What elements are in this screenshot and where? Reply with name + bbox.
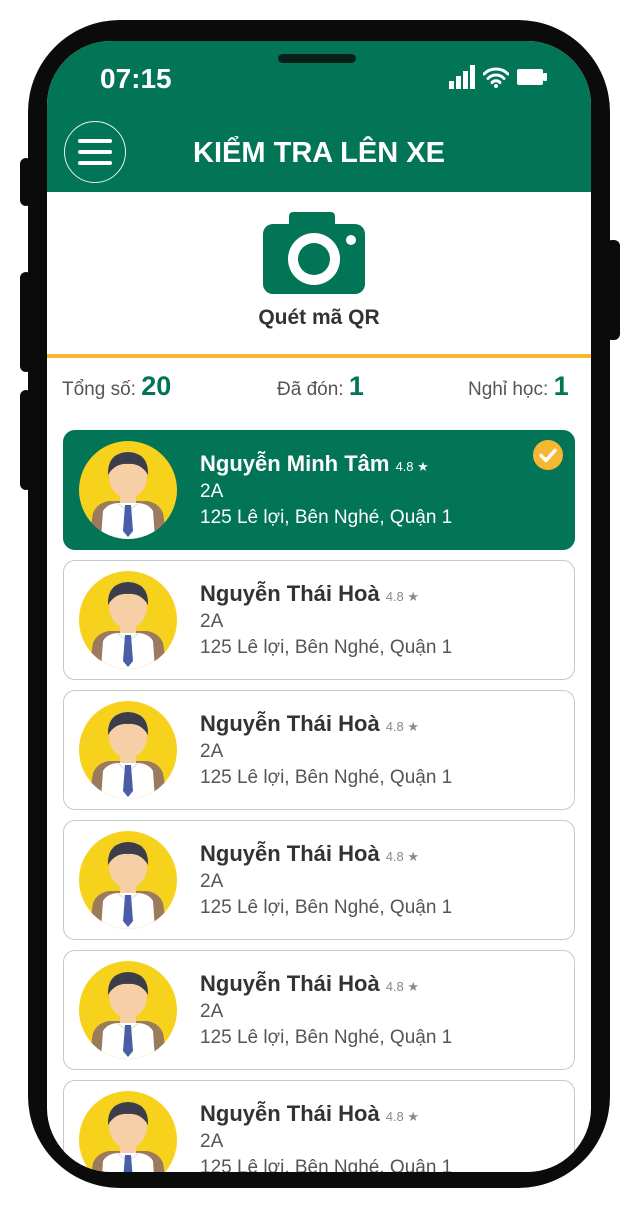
- phone-side-button: [606, 240, 620, 340]
- wifi-icon: [483, 67, 509, 88]
- absent-stat: Nghỉ học: 1: [468, 371, 569, 402]
- app-screen: 07:15 KIỂM TRA LÊN XE Quét mã QR Tổng số…: [47, 41, 591, 1172]
- student-card[interactable]: Nguyễn Thái Hoà 4.8 ★ 2A 125 Lê lợi, Bên …: [63, 560, 575, 680]
- student-name: Nguyễn Thái Hoà 4.8 ★: [200, 971, 420, 996]
- student-rating: 4.8 ★: [385, 589, 420, 604]
- total-label: Tổng số:: [62, 379, 136, 400]
- battery-icon: [517, 69, 547, 85]
- student-class: 2A: [200, 741, 224, 762]
- student-card[interactable]: Nguyễn Thái Hoà 4.8 ★ 2A 125 Lê lợi, Bên …: [63, 1080, 575, 1172]
- student-avatar: [79, 961, 177, 1059]
- total-value: 20: [141, 371, 172, 401]
- student-rating: 4.8 ★: [385, 1109, 420, 1124]
- speaker-notch: [278, 54, 356, 63]
- phone-side-button: [20, 272, 32, 372]
- stats-bar: Tổng số: 20 Đã đón: 1 Nghỉ học: 1: [47, 359, 591, 421]
- student-rating: 4.8 ★: [385, 979, 420, 994]
- check-circle-icon: [533, 440, 563, 470]
- student-address: 125 Lê lợi, Bên Nghé, Quận 1: [200, 507, 453, 528]
- student-address: 125 Lê lợi, Bên Nghé, Quận 1: [200, 767, 453, 788]
- signal-icon: [449, 65, 475, 89]
- student-address: 125 Lê lợi, Bên Nghé, Quận 1: [200, 1157, 453, 1172]
- student-avatar: [79, 831, 177, 929]
- student-card[interactable]: Nguyễn Thái Hoà 4.8 ★ 2A 125 Lê lợi, Bên …: [63, 820, 575, 940]
- student-name: Nguyễn Thái Hoà 4.8 ★: [200, 711, 420, 736]
- student-address: 125 Lê lợi, Bên Nghé, Quận 1: [200, 897, 453, 918]
- student-name: Nguyễn Thái Hoà 4.8 ★: [200, 841, 420, 866]
- status-time: 07:15: [100, 63, 172, 94]
- student-card[interactable]: Nguyễn Minh Tâm 4.8 ★ 2A 125 Lê lợi, Bên …: [63, 430, 575, 550]
- scan-qr-label[interactable]: Quét mã QR: [47, 306, 591, 330]
- student-rating: 4.8 ★: [395, 459, 429, 474]
- picked-label: Đã đón:: [277, 379, 344, 400]
- student-card[interactable]: Nguyễn Thái Hoà 4.8 ★ 2A 125 Lê lợi, Bên …: [63, 690, 575, 810]
- page-title: KIỂM TRA LÊN XE: [193, 137, 445, 169]
- status-icons: [449, 65, 547, 89]
- student-list: Nguyễn Minh Tâm 4.8 ★ 2A 125 Lê lợi, Bên …: [63, 430, 575, 1172]
- phone-side-button: [20, 390, 32, 490]
- student-avatar: [79, 701, 177, 799]
- student-card[interactable]: Nguyễn Thái Hoà 4.8 ★ 2A 125 Lê lợi, Bên …: [63, 950, 575, 1070]
- student-class: 2A: [200, 871, 224, 892]
- student-class: 2A: [200, 1131, 224, 1152]
- picked-stat: Đã đón: 1: [277, 371, 364, 402]
- student-name: Nguyễn Thái Hoà 4.8 ★: [200, 1101, 420, 1126]
- absent-value: 1: [553, 371, 569, 401]
- student-address: 125 Lê lợi, Bên Nghé, Quận 1: [200, 1027, 453, 1048]
- phone-side-button: [20, 158, 32, 206]
- student-class: 2A: [200, 1001, 224, 1022]
- student-avatar: [79, 571, 177, 669]
- student-class: 2A: [200, 481, 224, 502]
- student-avatar: [79, 1091, 177, 1172]
- total-stat: Tổng số: 20: [62, 371, 171, 402]
- camera-icon[interactable]: [263, 212, 365, 294]
- student-address: 125 Lê lợi, Bên Nghé, Quận 1: [200, 637, 453, 658]
- student-class: 2A: [200, 611, 224, 632]
- app-header: 07:15 KIỂM TRA LÊN XE: [47, 41, 591, 192]
- student-name: Nguyễn Thái Hoà 4.8 ★: [200, 581, 420, 606]
- qr-scan-section: Quét mã QR: [47, 192, 591, 358]
- absent-label: Nghỉ học:: [468, 379, 549, 400]
- student-rating: 4.8 ★: [385, 849, 420, 864]
- student-name: Nguyễn Minh Tâm 4.8 ★: [200, 451, 429, 476]
- student-avatar: [79, 441, 177, 539]
- picked-value: 1: [348, 371, 364, 401]
- student-rating: 4.8 ★: [385, 719, 420, 734]
